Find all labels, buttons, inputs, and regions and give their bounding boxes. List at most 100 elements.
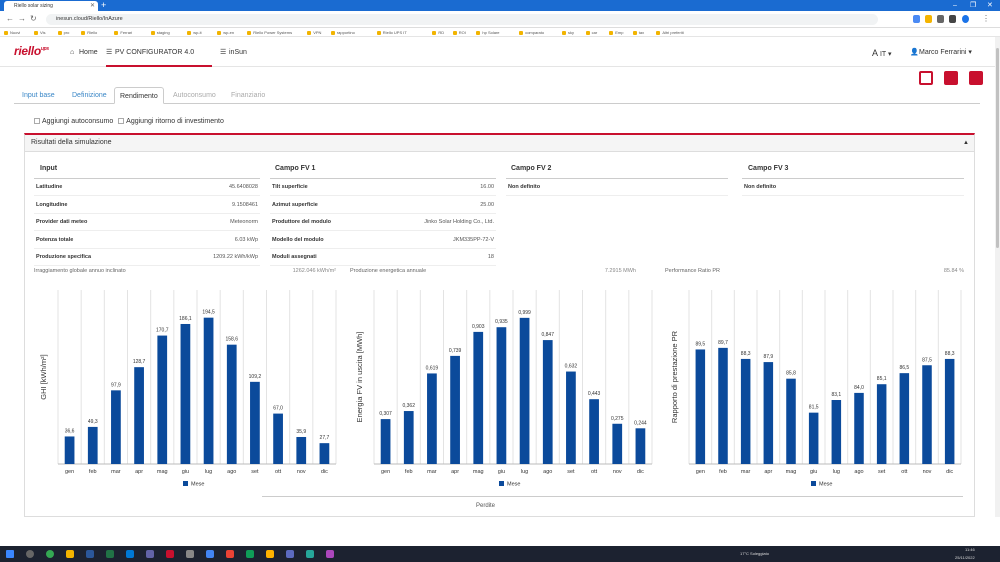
- windows-start-icon[interactable]: [6, 550, 14, 558]
- app-icon[interactable]: [166, 550, 174, 558]
- riello-logo[interactable]: rielloups: [14, 44, 49, 58]
- bookmark-item[interactable]: RD: [432, 28, 444, 36]
- bar[interactable]: [786, 378, 796, 464]
- bar[interactable]: [64, 436, 75, 464]
- bar[interactable]: [203, 317, 214, 464]
- bar[interactable]: [111, 390, 121, 464]
- word-icon[interactable]: [86, 550, 94, 558]
- bar[interactable]: [87, 426, 98, 464]
- bookmark-item[interactable]: VPN: [307, 28, 321, 36]
- tab-finanziario[interactable]: Finanziario: [226, 87, 270, 104]
- bar[interactable]: [296, 436, 307, 464]
- excel-icon[interactable]: [106, 550, 114, 558]
- reload-icon[interactable]: ↻: [30, 13, 37, 25]
- bar[interactable]: [740, 358, 751, 464]
- language-dropdown[interactable]: A IT ▾: [872, 47, 892, 61]
- tab-input-base[interactable]: Input base: [17, 87, 60, 104]
- bar[interactable]: [273, 413, 283, 464]
- app-icon[interactable]: [326, 550, 334, 558]
- print-icon[interactable]: [944, 71, 958, 85]
- clock[interactable]: 11:46 25/11/2022: [955, 546, 975, 562]
- tab-definizione[interactable]: Definizione: [67, 87, 112, 104]
- bookmark-item[interactable]: staging: [151, 28, 170, 36]
- bookmark-item[interactable]: tax: [633, 28, 644, 36]
- teams-icon[interactable]: [146, 550, 154, 558]
- close-tab-icon[interactable]: ✕: [90, 1, 95, 11]
- bar[interactable]: [473, 331, 484, 464]
- bookmark-item[interactable]: car: [586, 28, 598, 36]
- results-panel-header[interactable]: Risultati della simulazione ▲: [25, 135, 974, 152]
- email-icon[interactable]: [969, 71, 983, 85]
- search-icon[interactable]: [26, 550, 34, 558]
- bar[interactable]: [226, 344, 237, 464]
- browser-tab[interactable]: Riello solar sizing ✕: [4, 1, 98, 11]
- bar[interactable]: [922, 365, 932, 464]
- bar[interactable]: [519, 317, 530, 464]
- bar[interactable]: [427, 373, 437, 464]
- extension-icon[interactable]: [913, 15, 920, 23]
- collapse-icon[interactable]: ▲: [963, 135, 969, 151]
- bar[interactable]: [380, 419, 391, 464]
- app-icon[interactable]: [206, 550, 214, 558]
- bar[interactable]: [808, 412, 819, 464]
- bar[interactable]: [635, 428, 646, 464]
- outlook-icon[interactable]: [126, 550, 134, 558]
- bar[interactable]: [250, 381, 260, 464]
- bar[interactable]: [944, 358, 955, 464]
- weather-widget[interactable]: 17°C Soleggiato: [740, 546, 769, 562]
- url-input[interactable]: inesun.cloud/Riello/InAzure: [46, 14, 878, 25]
- nav-insun[interactable]: ☰ inSun: [220, 47, 247, 59]
- bookmark-item[interactable]: Vis: [34, 28, 45, 36]
- bar[interactable]: [403, 411, 414, 464]
- save-icon[interactable]: [919, 71, 933, 85]
- scrollbar-thumb[interactable]: [996, 48, 999, 248]
- bar[interactable]: [763, 362, 774, 464]
- chrome-icon[interactable]: [46, 550, 54, 558]
- close-window-icon[interactable]: ✕: [987, 0, 993, 11]
- bar[interactable]: [718, 347, 728, 464]
- bookmark-item[interactable]: pro: [58, 28, 70, 36]
- bookmark-item[interactable]: Altri preferiti: [656, 28, 683, 36]
- bar[interactable]: [612, 423, 623, 464]
- bookmark-item[interactable]: Ferrari: [114, 28, 132, 36]
- app-icon[interactable]: [266, 550, 274, 558]
- nav-pv-configurator[interactable]: ☰ PV CONFIGURATOR 4.0: [106, 37, 212, 67]
- app-icon[interactable]: [286, 550, 294, 558]
- user-dropdown[interactable]: 👤Marco Ferrarini ▾: [910, 47, 972, 59]
- bar[interactable]: [876, 384, 887, 464]
- bookmark-item[interactable]: ROI: [453, 28, 466, 36]
- restore-icon[interactable]: ❐: [970, 0, 976, 11]
- extensions-icon[interactable]: [949, 15, 956, 23]
- bar[interactable]: [180, 323, 191, 464]
- profile-icon[interactable]: [962, 15, 969, 23]
- bookmark-item[interactable]: wp-it: [187, 28, 201, 36]
- bar[interactable]: [319, 443, 330, 464]
- app-icon[interactable]: [306, 550, 314, 558]
- bookmark-item[interactable]: sky: [562, 28, 574, 36]
- bookmark-item[interactable]: rapportino: [331, 28, 355, 36]
- bar[interactable]: [589, 399, 599, 464]
- bar[interactable]: [157, 335, 168, 464]
- bookmark-item[interactable]: Riello UPS IT: [377, 28, 407, 36]
- back-icon[interactable]: ←: [6, 13, 14, 25]
- bookmark-item[interactable]: wp-en: [217, 28, 234, 36]
- extension-icon[interactable]: [925, 15, 932, 23]
- explorer-icon[interactable]: [66, 550, 74, 558]
- bookmark-item[interactable]: Riello: [81, 28, 97, 36]
- bookmark-item[interactable]: Nuovi: [4, 28, 20, 36]
- bar[interactable]: [854, 392, 864, 464]
- nav-home[interactable]: ⌂ Home: [70, 47, 98, 59]
- bar[interactable]: [542, 340, 553, 464]
- bar[interactable]: [450, 355, 460, 464]
- forward-icon[interactable]: →: [18, 13, 26, 25]
- bookmark-item[interactable]: comparato: [519, 28, 544, 36]
- bar[interactable]: [566, 371, 576, 464]
- extension-icon[interactable]: [937, 15, 944, 23]
- bookmark-item[interactable]: hp Solare: [476, 28, 499, 36]
- tab-autoconsumo[interactable]: Autoconsumo: [168, 87, 221, 104]
- bookmark-item[interactable]: Emp: [609, 28, 623, 36]
- app-icon[interactable]: [246, 550, 254, 558]
- bar[interactable]: [496, 327, 507, 464]
- bar[interactable]: [899, 373, 910, 464]
- bar[interactable]: [695, 349, 706, 464]
